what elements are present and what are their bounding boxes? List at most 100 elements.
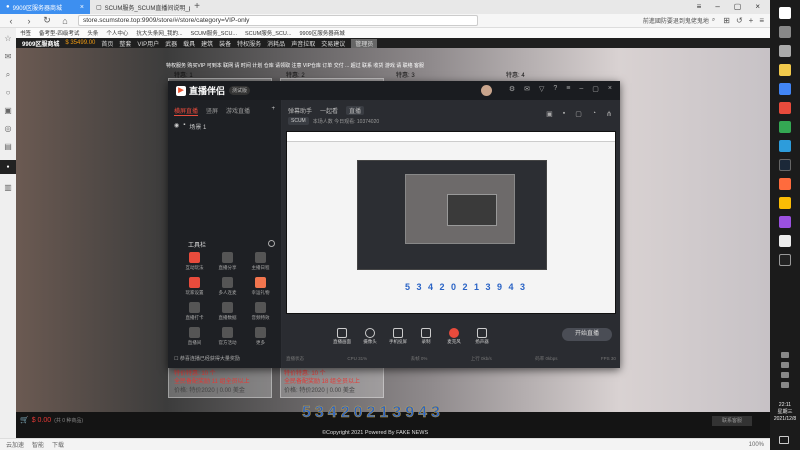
app-icon[interactable] bbox=[779, 216, 791, 228]
contact-button[interactable]: 联系客服 bbox=[712, 416, 752, 426]
help-icon[interactable]: ? bbox=[553, 85, 557, 96]
chrome-icon[interactable] bbox=[779, 121, 791, 133]
tool-item[interactable]: 官方活动 bbox=[211, 327, 244, 346]
extensions-icon[interactable]: ⊞ bbox=[723, 16, 730, 25]
explorer-icon[interactable] bbox=[779, 64, 791, 76]
bookmark-item[interactable]: 书签 bbox=[20, 29, 31, 37]
browser-icon[interactable] bbox=[779, 83, 791, 95]
add-icon[interactable]: + bbox=[749, 16, 754, 25]
nav-item[interactable]: 声音拉取 bbox=[291, 39, 315, 48]
game-icon[interactable]: ◎ bbox=[4, 124, 13, 133]
sidebar-active-item[interactable]: ● bbox=[0, 160, 16, 174]
bookmark-item[interactable]: SCUM服务_SCU... bbox=[245, 29, 291, 37]
gift-icon[interactable]: ▣ bbox=[546, 110, 553, 118]
nav-item[interactable]: 装备 bbox=[219, 39, 231, 48]
search-icon[interactable]: ⌕ bbox=[4, 70, 13, 79]
status-item[interactable]: 下载 bbox=[52, 440, 64, 449]
maximize-icon[interactable]: ▢ bbox=[734, 0, 742, 14]
tab-game[interactable]: 游戏直播 bbox=[226, 106, 250, 116]
tab-danmaku[interactable]: 弹幕助手 bbox=[288, 106, 312, 115]
bell-icon[interactable]: ◔ bbox=[592, 110, 596, 118]
app-icon[interactable] bbox=[779, 197, 791, 209]
zoom-level[interactable]: 100% bbox=[749, 442, 764, 448]
bag-icon[interactable]: ▤ bbox=[4, 142, 13, 151]
bookmark-item[interactable]: 头条 bbox=[87, 29, 98, 37]
tool-item[interactable]: 更多 bbox=[244, 327, 277, 346]
nav-item[interactable]: 载具 bbox=[183, 39, 195, 48]
app-icon[interactable] bbox=[779, 140, 791, 152]
star-icon[interactable]: ☆ bbox=[4, 34, 13, 43]
tool-item[interactable]: 幸运礼物 bbox=[244, 277, 277, 296]
network-icon[interactable] bbox=[781, 352, 789, 358]
url-input[interactable]: store.scumstore.top:9909/store/#/store/c… bbox=[78, 15, 478, 26]
app-icon[interactable] bbox=[779, 102, 791, 114]
lock-icon[interactable]: ▪ bbox=[183, 122, 185, 131]
nav-item[interactable]: 整套 bbox=[119, 39, 131, 48]
close-tab-icon[interactable]: × bbox=[80, 4, 84, 11]
nav-item[interactable]: 武器 bbox=[165, 39, 177, 48]
live-preview[interactable]: 5 3 4 2 0 2 1 3 9 4 3 bbox=[286, 131, 616, 314]
start-live-button[interactable]: 开始直播 bbox=[562, 328, 612, 341]
eye-icon[interactable]: ◉ bbox=[174, 122, 179, 131]
microphone-button[interactable]: 麦克风 bbox=[444, 328, 464, 345]
speaker-button[interactable]: 扬声器 bbox=[472, 328, 492, 345]
close-window-icon[interactable]: × bbox=[755, 0, 760, 14]
search-box[interactable]: 前進國防要退到鬼佬鬼地 ⌕ bbox=[643, 16, 715, 25]
doc-icon[interactable]: ▥ bbox=[4, 183, 13, 192]
menu-icon[interactable]: ≡ bbox=[759, 16, 764, 25]
search-icon[interactable]: ⌕ bbox=[712, 17, 715, 24]
tool-item[interactable]: 直播数据 bbox=[211, 302, 244, 321]
bookmark-item[interactable]: 备考型-四级考试 bbox=[39, 29, 79, 37]
lock-icon[interactable]: ▪ bbox=[563, 110, 565, 118]
back-icon[interactable]: ‹ bbox=[6, 16, 16, 26]
menu-icon[interactable]: ≡ bbox=[697, 0, 702, 14]
phone-cast-button[interactable]: 手机投屏 bbox=[388, 328, 408, 345]
admin-badge[interactable]: 管理员 bbox=[351, 38, 378, 48]
start-icon[interactable] bbox=[779, 7, 791, 19]
notification-icon[interactable] bbox=[779, 436, 789, 444]
nav-item[interactable]: 特权服务 bbox=[237, 39, 261, 48]
minimize-icon[interactable]: – bbox=[715, 0, 719, 14]
home-icon[interactable]: ⌂ bbox=[60, 16, 70, 26]
share-icon[interactable]: ⋔ bbox=[606, 110, 612, 118]
minimize-icon[interactable]: – bbox=[579, 85, 583, 96]
status-item[interactable]: 云加速 bbox=[6, 440, 24, 449]
message-icon[interactable]: ✉ bbox=[524, 85, 530, 96]
note-icon[interactable]: ▣ bbox=[4, 106, 13, 115]
camera-button[interactable]: 摄像头 bbox=[360, 328, 380, 345]
search-icon[interactable] bbox=[779, 26, 791, 38]
add-icon[interactable]: + bbox=[271, 106, 275, 116]
app-icon[interactable] bbox=[779, 235, 791, 247]
settings-icon[interactable]: ⚙ bbox=[509, 85, 515, 96]
tool-item[interactable]: 直播打卡 bbox=[178, 302, 211, 321]
cart-summary[interactable]: 🛒 $ 0.00 (共 0 种商品) bbox=[20, 416, 83, 425]
tool-item[interactable]: 玩家设置 bbox=[178, 277, 211, 296]
shirt-icon[interactable]: ▽ bbox=[539, 85, 544, 96]
history-icon[interactable]: ↺ bbox=[736, 16, 743, 25]
status-item[interactable]: 智能 bbox=[32, 440, 44, 449]
tab-landscape[interactable]: 横屏直播 bbox=[174, 106, 199, 116]
tool-item[interactable]: 主播日程 bbox=[244, 252, 277, 271]
browser-tab[interactable]: ▢ SCUM服务_SCUM直播间说明_p... × bbox=[90, 0, 190, 14]
live-screen-button[interactable]: 直播画面 bbox=[332, 328, 352, 345]
site-logo[interactable]: 9909区服商城 bbox=[22, 39, 59, 48]
mail-icon[interactable]: ✉ bbox=[4, 52, 13, 61]
tab-portrait[interactable]: 竖屏 bbox=[206, 106, 218, 116]
game-tag[interactable]: SCUM bbox=[288, 117, 309, 125]
steam-icon[interactable] bbox=[779, 159, 791, 171]
menu-icon[interactable]: ≡ bbox=[566, 85, 570, 96]
more-icon[interactable] bbox=[268, 240, 275, 247]
record-button[interactable]: 录制 bbox=[416, 328, 436, 345]
ime-icon[interactable] bbox=[781, 382, 789, 388]
bookmark-item[interactable]: 9909区服务器商城 bbox=[299, 29, 344, 37]
clock[interactable]: 22:11 星期三 2021/12/8 bbox=[770, 402, 800, 423]
nav-item[interactable]: 首页 bbox=[101, 39, 113, 48]
nav-item[interactable]: 消耗品 bbox=[267, 39, 285, 48]
tool-item[interactable]: 直播间 bbox=[178, 327, 211, 346]
avatar[interactable] bbox=[480, 85, 492, 96]
task-view-icon[interactable] bbox=[779, 45, 791, 57]
app-icon[interactable] bbox=[779, 178, 791, 190]
nav-item[interactable]: 交易建议 bbox=[321, 39, 345, 48]
bookmark-item[interactable]: SCUM服务_SCU... bbox=[191, 29, 237, 37]
tool-item[interactable]: 互动玩法 bbox=[178, 252, 211, 271]
